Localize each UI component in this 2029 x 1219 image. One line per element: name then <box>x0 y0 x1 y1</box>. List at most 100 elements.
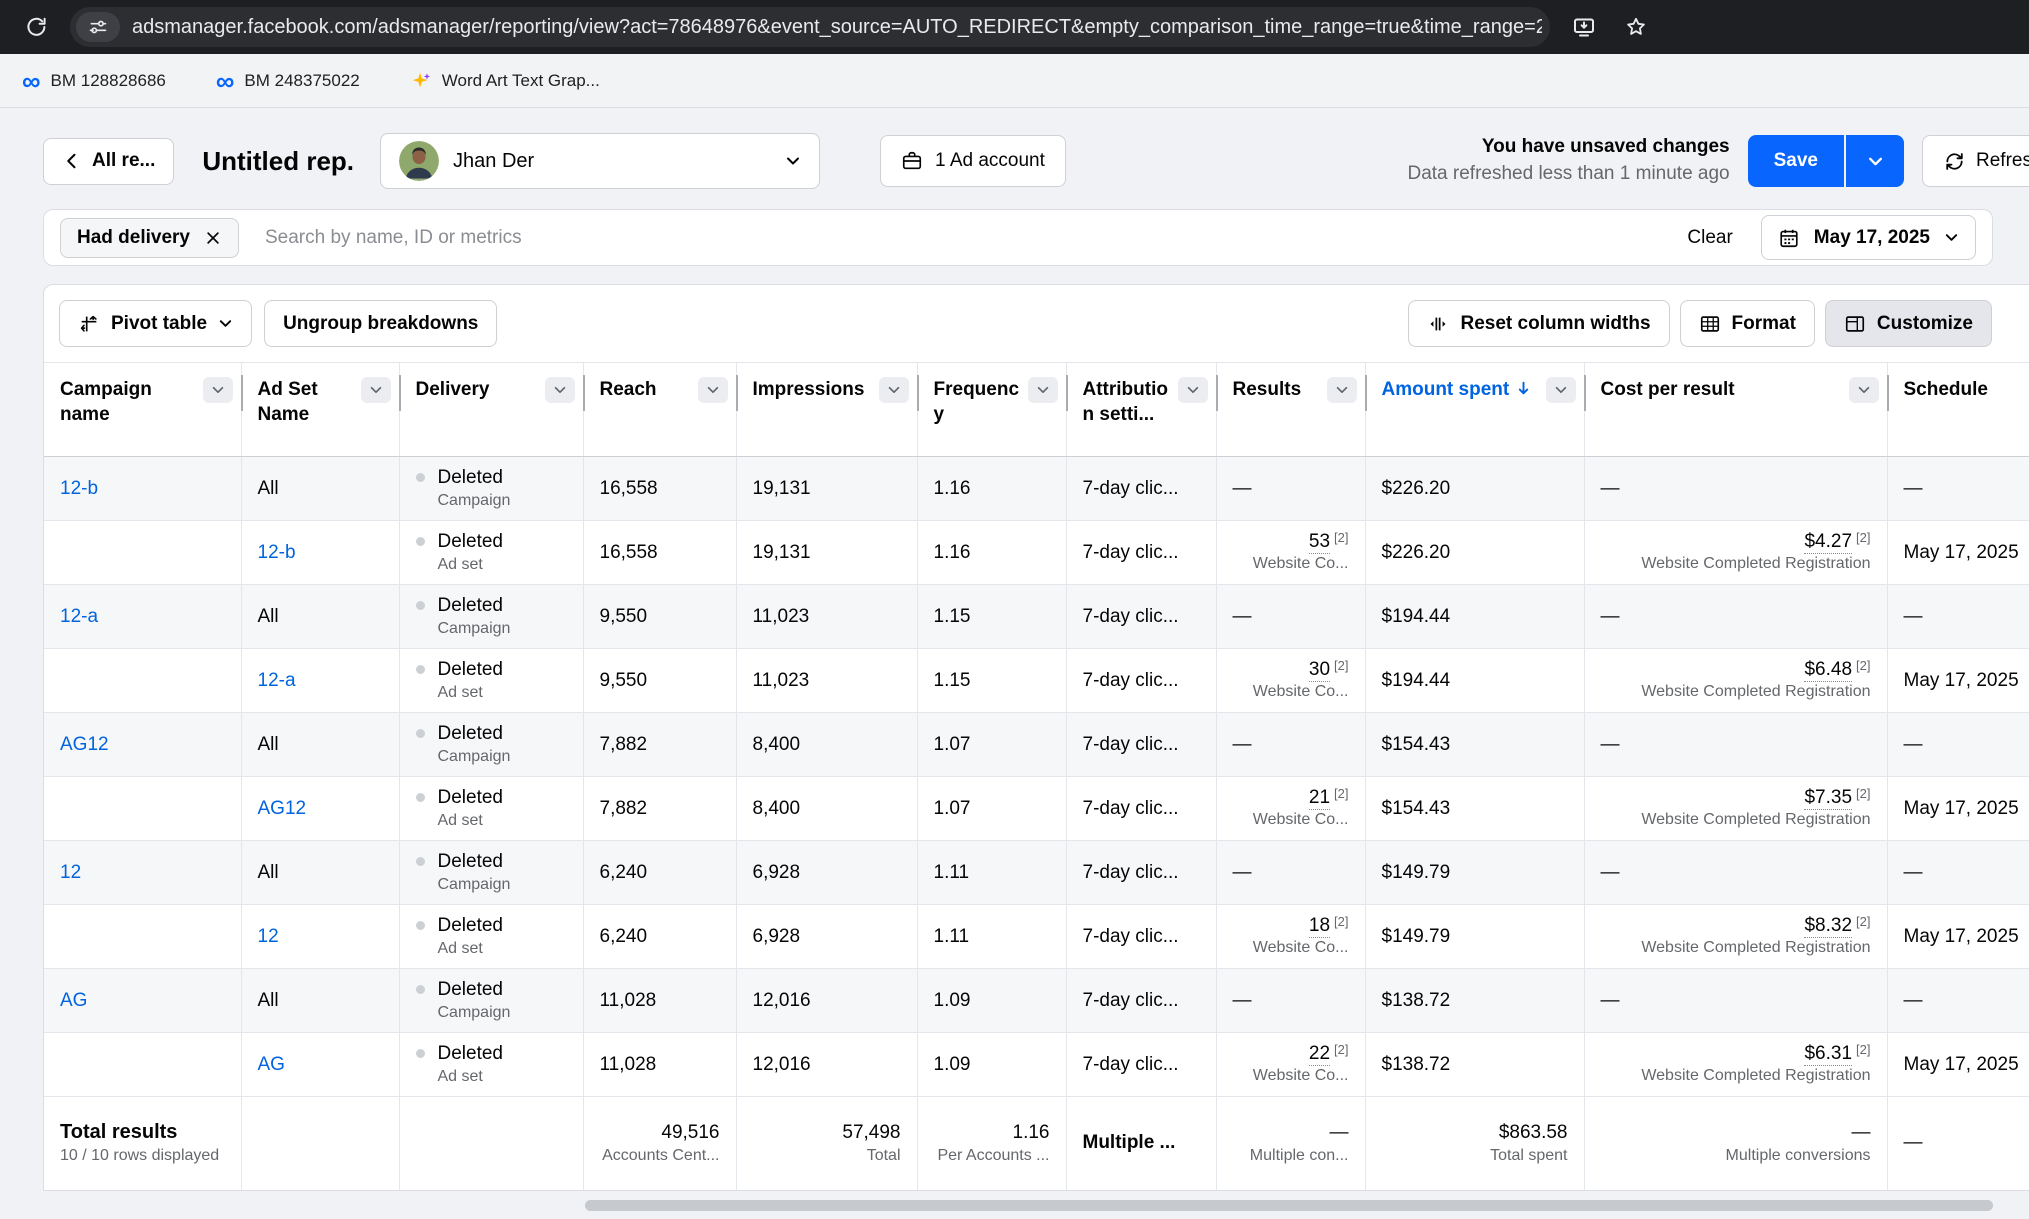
column-header-cost-per-result[interactable]: Cost per result <box>1583 362 1887 457</box>
back-to-all-reports-button[interactable]: All re... <box>43 137 175 185</box>
url-text: adsmanager.facebook.com/adsmanager/repor… <box>132 15 1542 38</box>
cell-impressions: 11,023 <box>735 584 917 649</box>
pivot-table-dropdown[interactable]: Pivot table <box>59 300 253 347</box>
column-header-content: Schedule <box>1904 377 2029 403</box>
column-header-reach[interactable]: Reach <box>582 362 736 457</box>
column-header-frequency[interactable]: Frequency <box>916 362 1066 457</box>
total-amount-spent-sub: Total spent <box>1490 1146 1568 1164</box>
filter-chip-label: Had delivery <box>77 226 190 248</box>
chevron-down-icon <box>785 153 801 169</box>
reset-column-widths-button[interactable]: Reset column widths <box>1408 300 1670 347</box>
cell-attribution-setting: 7-day clic... <box>1065 840 1216 905</box>
delivery-level-label: Campaign <box>437 491 511 509</box>
column-menu-button[interactable] <box>1326 377 1357 403</box>
campaign-link[interactable]: AG <box>60 990 87 1011</box>
bookmark-bm-1[interactable]: ∞ BM 128828686 <box>16 68 172 94</box>
ad-account-button[interactable]: 1 Ad account <box>880 135 1066 187</box>
cell-attribution-setting: 7-day clic... <box>1065 776 1216 841</box>
column-header-schedule[interactable]: Schedule <box>1886 362 2029 457</box>
campaign-link[interactable]: 12-b <box>60 478 98 499</box>
cell-campaign-name <box>44 904 241 969</box>
ad-set-link[interactable]: AG <box>258 1054 285 1075</box>
account-selector[interactable]: Jhan Der <box>380 133 821 189</box>
calendar-icon <box>1778 227 1800 249</box>
ad-set-link[interactable]: 12-b <box>258 542 296 563</box>
ad-set-link[interactable]: 12 <box>258 926 279 947</box>
table-row-12: 12 Deleted Ad set 6,240 6,928 1.11 7-day clic.… <box>44 904 2029 969</box>
cell-results-content: 22 [2] Website Co... <box>1233 1042 1349 1087</box>
cell-attribution-setting: 7-day clic... <box>1065 456 1216 521</box>
total-impressions-sub: Total <box>866 1146 901 1164</box>
column-header-campaign-name[interactable]: Campaign name <box>44 362 241 457</box>
total-results-metric-value: — <box>1329 1121 1349 1143</box>
date-range-picker[interactable]: May 17, 2025 <box>1760 215 1976 260</box>
cell-campaign-name: 12-b <box>44 456 241 521</box>
site-info-icon[interactable] <box>76 12 120 42</box>
refresh-button[interactable]: Refresh <box>1922 135 2029 187</box>
column-menu-button[interactable] <box>360 377 391 403</box>
column-menu-button[interactable] <box>1545 377 1576 403</box>
campaign-link[interactable]: 12 <box>60 862 81 883</box>
total-attribution: Multiple ... <box>1065 1096 1216 1190</box>
column-menu-button[interactable] <box>1848 377 1879 403</box>
horizontal-scrollbar[interactable] <box>585 1200 1993 1211</box>
save-button[interactable]: Save <box>1747 135 1844 187</box>
cell-schedule: — <box>1886 968 2029 1033</box>
clear-filters-button[interactable]: Clear <box>1681 226 1738 250</box>
ad-set-link[interactable]: AG12 <box>258 798 307 819</box>
column-menu-button[interactable] <box>1027 377 1058 403</box>
cell-cost-per-result: — <box>1583 584 1887 649</box>
column-menu-button[interactable] <box>878 377 909 403</box>
cell-frequency: 1.11 <box>916 840 1066 905</box>
save-options-button[interactable] <box>1846 135 1904 187</box>
customize-button[interactable]: Customize <box>1824 300 1992 347</box>
bookmark-star-icon[interactable] <box>1618 9 1654 45</box>
address-bar[interactable]: adsmanager.facebook.com/adsmanager/repor… <box>70 7 1550 47</box>
campaign-link[interactable]: AG12 <box>60 734 109 755</box>
bookmark-word-art[interactable]: Word Art Text Grap... <box>404 69 606 93</box>
format-button[interactable]: Format <box>1679 300 1815 347</box>
column-header-delivery[interactable]: Delivery <box>398 362 583 457</box>
delivery-status-label: Deleted <box>437 786 504 808</box>
column-menu-button[interactable] <box>1177 377 1208 403</box>
reload-button[interactable] <box>18 9 54 45</box>
delivery-level-label: Ad set <box>437 555 483 573</box>
install-app-icon[interactable] <box>1566 9 1602 45</box>
cell-attribution-setting: 7-day clic... <box>1065 968 1216 1033</box>
ad-set-link[interactable]: 12-a <box>258 670 296 691</box>
delivery-status: Deleted Campaign <box>415 850 567 896</box>
column-header-impressions[interactable]: Impressions <box>735 362 917 457</box>
total-frequency: 1.16 Per Accounts ... <box>916 1096 1066 1190</box>
sparkle-icon <box>410 70 432 92</box>
campaign-link[interactable]: 12-a <box>60 606 98 627</box>
column-header-amount-spent[interactable]: Amount spent <box>1364 362 1584 457</box>
bookmark-bm-2[interactable]: ∞ BM 248375022 <box>210 68 366 94</box>
filter-chip-had-delivery[interactable]: Had delivery <box>60 217 239 258</box>
column-menu-button[interactable] <box>544 377 575 403</box>
search-input[interactable] <box>263 225 1682 250</box>
ungroup-breakdowns-button[interactable]: Ungroup breakdowns <box>264 300 498 347</box>
cell-cost-per-result: $7.35 [2] Website Completed Registration <box>1583 776 1887 841</box>
remove-filter-icon[interactable] <box>204 229 222 247</box>
cell-amount-spent: $149.79 <box>1364 840 1584 905</box>
cell-ad-set-name: 12 <box>240 904 399 969</box>
column-header-results[interactable]: Results <box>1215 362 1365 457</box>
column-header-attribution-setti[interactable]: Attribution setti... <box>1065 362 1216 457</box>
column-menu-button[interactable] <box>202 377 233 403</box>
delivery-status-label: Deleted <box>437 1042 504 1064</box>
column-menu-button[interactable] <box>697 377 728 403</box>
metric-sub-label: Website Completed Registration <box>1641 938 1871 956</box>
metric-value-line: $4.27 [2] <box>1601 530 1871 554</box>
column-header-ad-set-name[interactable]: Ad Set Name <box>240 362 399 457</box>
total-frequency-value: 1.16 <box>1012 1121 1050 1143</box>
empty-value: — <box>1600 477 1620 499</box>
delivery-status-label: Deleted <box>437 914 504 936</box>
cell-reach: 11,028 <box>582 968 736 1033</box>
delivery-text: Deleted Campaign <box>438 466 511 512</box>
status-dot-icon <box>415 472 425 482</box>
cell-results: 30 [2] Website Co... <box>1215 648 1365 713</box>
report-table: Campaign name Ad Set Name Delivery Reach Imp… <box>44 362 2029 1190</box>
cell-frequency: 1.16 <box>916 456 1066 521</box>
cell-frequency: 1.07 <box>916 712 1066 777</box>
cell-schedule: — <box>1886 584 2029 649</box>
